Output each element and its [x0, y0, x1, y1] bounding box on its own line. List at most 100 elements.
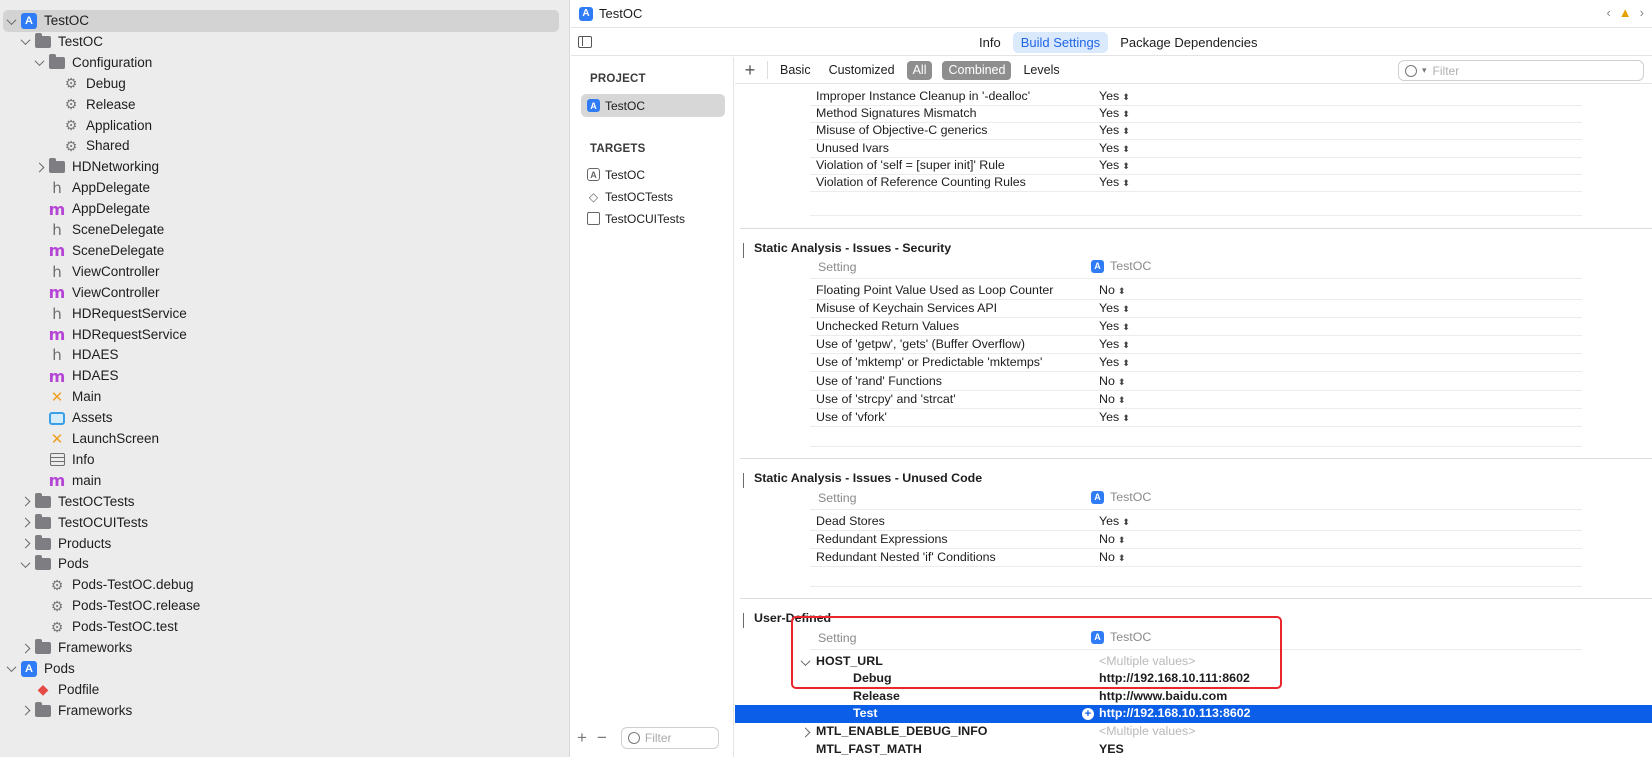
stepper-icon[interactable]: ⬍: [1118, 377, 1126, 387]
navigator-item[interactable]: h HDRequestService: [0, 303, 561, 325]
chevron-down-icon[interactable]: [4, 14, 18, 28]
navigator-item[interactable]: Info: [0, 449, 561, 471]
build-setting-value[interactable]: <Multiple values>: [1099, 654, 1195, 668]
navigator-item[interactable]: m HDAES: [0, 365, 561, 387]
stepper-icon[interactable]: ⬍: [1122, 178, 1130, 188]
scope-all[interactable]: All: [906, 60, 933, 80]
navigator-item[interactable]: Frameworks: [0, 700, 561, 722]
build-setting-value[interactable]: Yes ⬍: [1099, 89, 1130, 103]
build-setting-value[interactable]: Yes ⬍: [1099, 319, 1130, 333]
stepper-icon[interactable]: ⬍: [1122, 517, 1130, 527]
host-url-row[interactable]: HOST_URL <Multiple values>: [735, 653, 1652, 671]
build-setting-value[interactable]: <Multiple values>: [1099, 724, 1195, 738]
back-arrow-icon[interactable]: ‹: [1606, 5, 1610, 20]
stepper-icon[interactable]: ⬍: [1122, 358, 1130, 368]
view-levels[interactable]: Levels: [1017, 61, 1065, 80]
mtl-enable-debug-info-row[interactable]: MTL_ENABLE_DEBUG_INFO <Multiple values>: [735, 723, 1652, 741]
build-setting-row[interactable]: Unchecked Return Values Yes ⬍: [735, 318, 1652, 337]
navigator-item[interactable]: m SceneDelegate: [0, 240, 561, 262]
add-build-setting-button[interactable]: +: [739, 60, 761, 81]
navigator-item[interactable]: ⚙ Application: [0, 115, 561, 137]
chevron-right-icon[interactable]: [18, 516, 32, 530]
chevron-right-icon[interactable]: [32, 160, 46, 174]
chevron-down-icon[interactable]: [18, 35, 32, 49]
navigator-item[interactable]: A TestOC: [3, 10, 559, 32]
navigator-item[interactable]: h ViewController: [0, 261, 561, 283]
project-item[interactable]: A TestOC: [581, 94, 725, 117]
target-item[interactable]: TestOCUITests: [581, 207, 725, 230]
build-setting-value[interactable]: Yes ⬍: [1099, 355, 1130, 369]
navigator-item[interactable]: m ViewController: [0, 282, 561, 304]
build-setting-row[interactable]: Misuse of Objective-C generics Yes ⬍: [735, 122, 1652, 141]
navigator-item[interactable]: A Pods: [0, 658, 561, 680]
stepper-icon[interactable]: ⬍: [1122, 340, 1130, 350]
navigator-item[interactable]: TestOC: [0, 31, 561, 53]
build-setting-value[interactable]: http://192.168.10.111:8602: [1099, 671, 1250, 685]
navigator-item[interactable]: ⚙ Pods-TestOC.release: [0, 595, 561, 617]
stepper-icon[interactable]: ⬍: [1122, 92, 1130, 102]
host-url-config-row[interactable]: Release http://www.baidu.com: [735, 688, 1652, 706]
stepper-icon[interactable]: ⬍: [1118, 553, 1126, 563]
navigator-item[interactable]: ⚙ Debug: [0, 73, 561, 95]
sidebar-toggle-icon[interactable]: [578, 36, 592, 48]
build-setting-row[interactable]: Unused Ivars Yes ⬍: [735, 140, 1652, 158]
navigator-item[interactable]: Pods: [0, 553, 561, 575]
tab-info[interactable]: Info: [971, 32, 1009, 53]
add-target-button[interactable]: +: [577, 728, 587, 748]
scope-basic[interactable]: Basic: [774, 61, 817, 80]
host-url-config-row[interactable]: Debug http://192.168.10.111:8602: [735, 670, 1652, 688]
build-setting-row[interactable]: Violation of 'self = [super init]' Rule Y…: [735, 157, 1652, 175]
build-setting-row[interactable]: Misuse of Keychain Services API Yes ⬍: [735, 300, 1652, 319]
settings-group-header[interactable]: User-Defined: [735, 609, 1652, 629]
stepper-icon[interactable]: ⬍: [1122, 161, 1130, 171]
navigator-item[interactable]: h SceneDelegate: [0, 219, 561, 241]
build-setting-row[interactable]: Violation of Reference Counting Rules Yes…: [735, 174, 1652, 192]
build-setting-value[interactable]: YES: [1099, 742, 1124, 756]
navigator-item[interactable]: m AppDelegate: [0, 198, 561, 220]
forward-arrow-icon[interactable]: ›: [1640, 5, 1644, 20]
build-setting-value[interactable]: No ⬍: [1099, 374, 1125, 388]
stepper-icon[interactable]: ⬍: [1118, 395, 1126, 405]
stepper-icon[interactable]: ⬍: [1122, 304, 1130, 314]
mtl-fast-math-row[interactable]: MTL_FAST_MATH YES: [735, 741, 1652, 757]
navigator-item[interactable]: TestOCTests: [0, 491, 561, 513]
stepper-icon[interactable]: ⬍: [1118, 286, 1126, 296]
navigator-item[interactable]: ✕ LaunchScreen: [0, 428, 561, 450]
navigator-item[interactable]: m HDRequestService: [0, 324, 561, 346]
navigator-item[interactable]: Frameworks: [0, 637, 561, 659]
navigator-item[interactable]: ◆ Podfile: [0, 679, 561, 701]
navigator-item[interactable]: TestOCUITests: [0, 512, 561, 534]
chevron-down-icon[interactable]: [743, 473, 744, 487]
build-setting-value[interactable]: Yes ⬍: [1099, 337, 1130, 351]
navigator-item[interactable]: h HDAES: [0, 344, 561, 366]
build-settings-filter-field[interactable]: ▾ Filter: [1398, 60, 1644, 81]
build-setting-row[interactable]: Use of 'getpw', 'gets' (Buffer Overflow)…: [735, 336, 1652, 355]
add-condition-icon[interactable]: +: [1082, 708, 1094, 721]
build-setting-row[interactable]: Floating Point Value Used as Loop Counte…: [735, 282, 1652, 300]
build-setting-row[interactable]: Improper Instance Cleanup in '-dealloc' Y…: [735, 88, 1652, 106]
build-setting-row[interactable]: Method Signatures Mismatch Yes ⬍: [735, 105, 1652, 124]
navigator-item[interactable]: Products: [0, 533, 561, 555]
build-setting-row[interactable]: Dead Stores Yes ⬍: [735, 513, 1652, 531]
build-setting-row[interactable]: Use of 'vfork' Yes ⬍: [735, 409, 1652, 427]
targets-filter-field[interactable]: Filter: [620, 727, 719, 749]
build-setting-row[interactable]: Use of 'mktemp' or Predictable 'mktemps'…: [735, 354, 1652, 373]
navigator-item[interactable]: Assets: [0, 407, 561, 429]
stepper-icon[interactable]: ⬍: [1122, 126, 1130, 136]
build-setting-value[interactable]: No ⬍: [1099, 550, 1125, 564]
chevron-right-icon[interactable]: [18, 495, 32, 509]
build-setting-value[interactable]: Yes ⬍: [1099, 514, 1130, 528]
stepper-icon[interactable]: ⬍: [1122, 109, 1130, 119]
host-url-config-row[interactable]: Test + http://192.168.10.113:8602: [735, 705, 1652, 724]
chevron-down-icon[interactable]: [743, 243, 744, 257]
stepper-icon[interactable]: ⬍: [1122, 413, 1130, 423]
build-setting-value[interactable]: Yes ⬍: [1099, 106, 1130, 120]
target-item[interactable]: A TestOC: [581, 163, 725, 186]
tab-build-settings[interactable]: Build Settings: [1012, 32, 1109, 53]
stepper-icon[interactable]: ⬍: [1118, 535, 1126, 545]
chevron-down-icon[interactable]: [18, 557, 32, 571]
build-setting-value[interactable]: Yes ⬍: [1099, 301, 1130, 315]
navigator-item[interactable]: ⚙ Release: [0, 94, 561, 116]
chevron-down-icon[interactable]: [799, 656, 811, 668]
chevron-right-icon[interactable]: [18, 704, 32, 718]
